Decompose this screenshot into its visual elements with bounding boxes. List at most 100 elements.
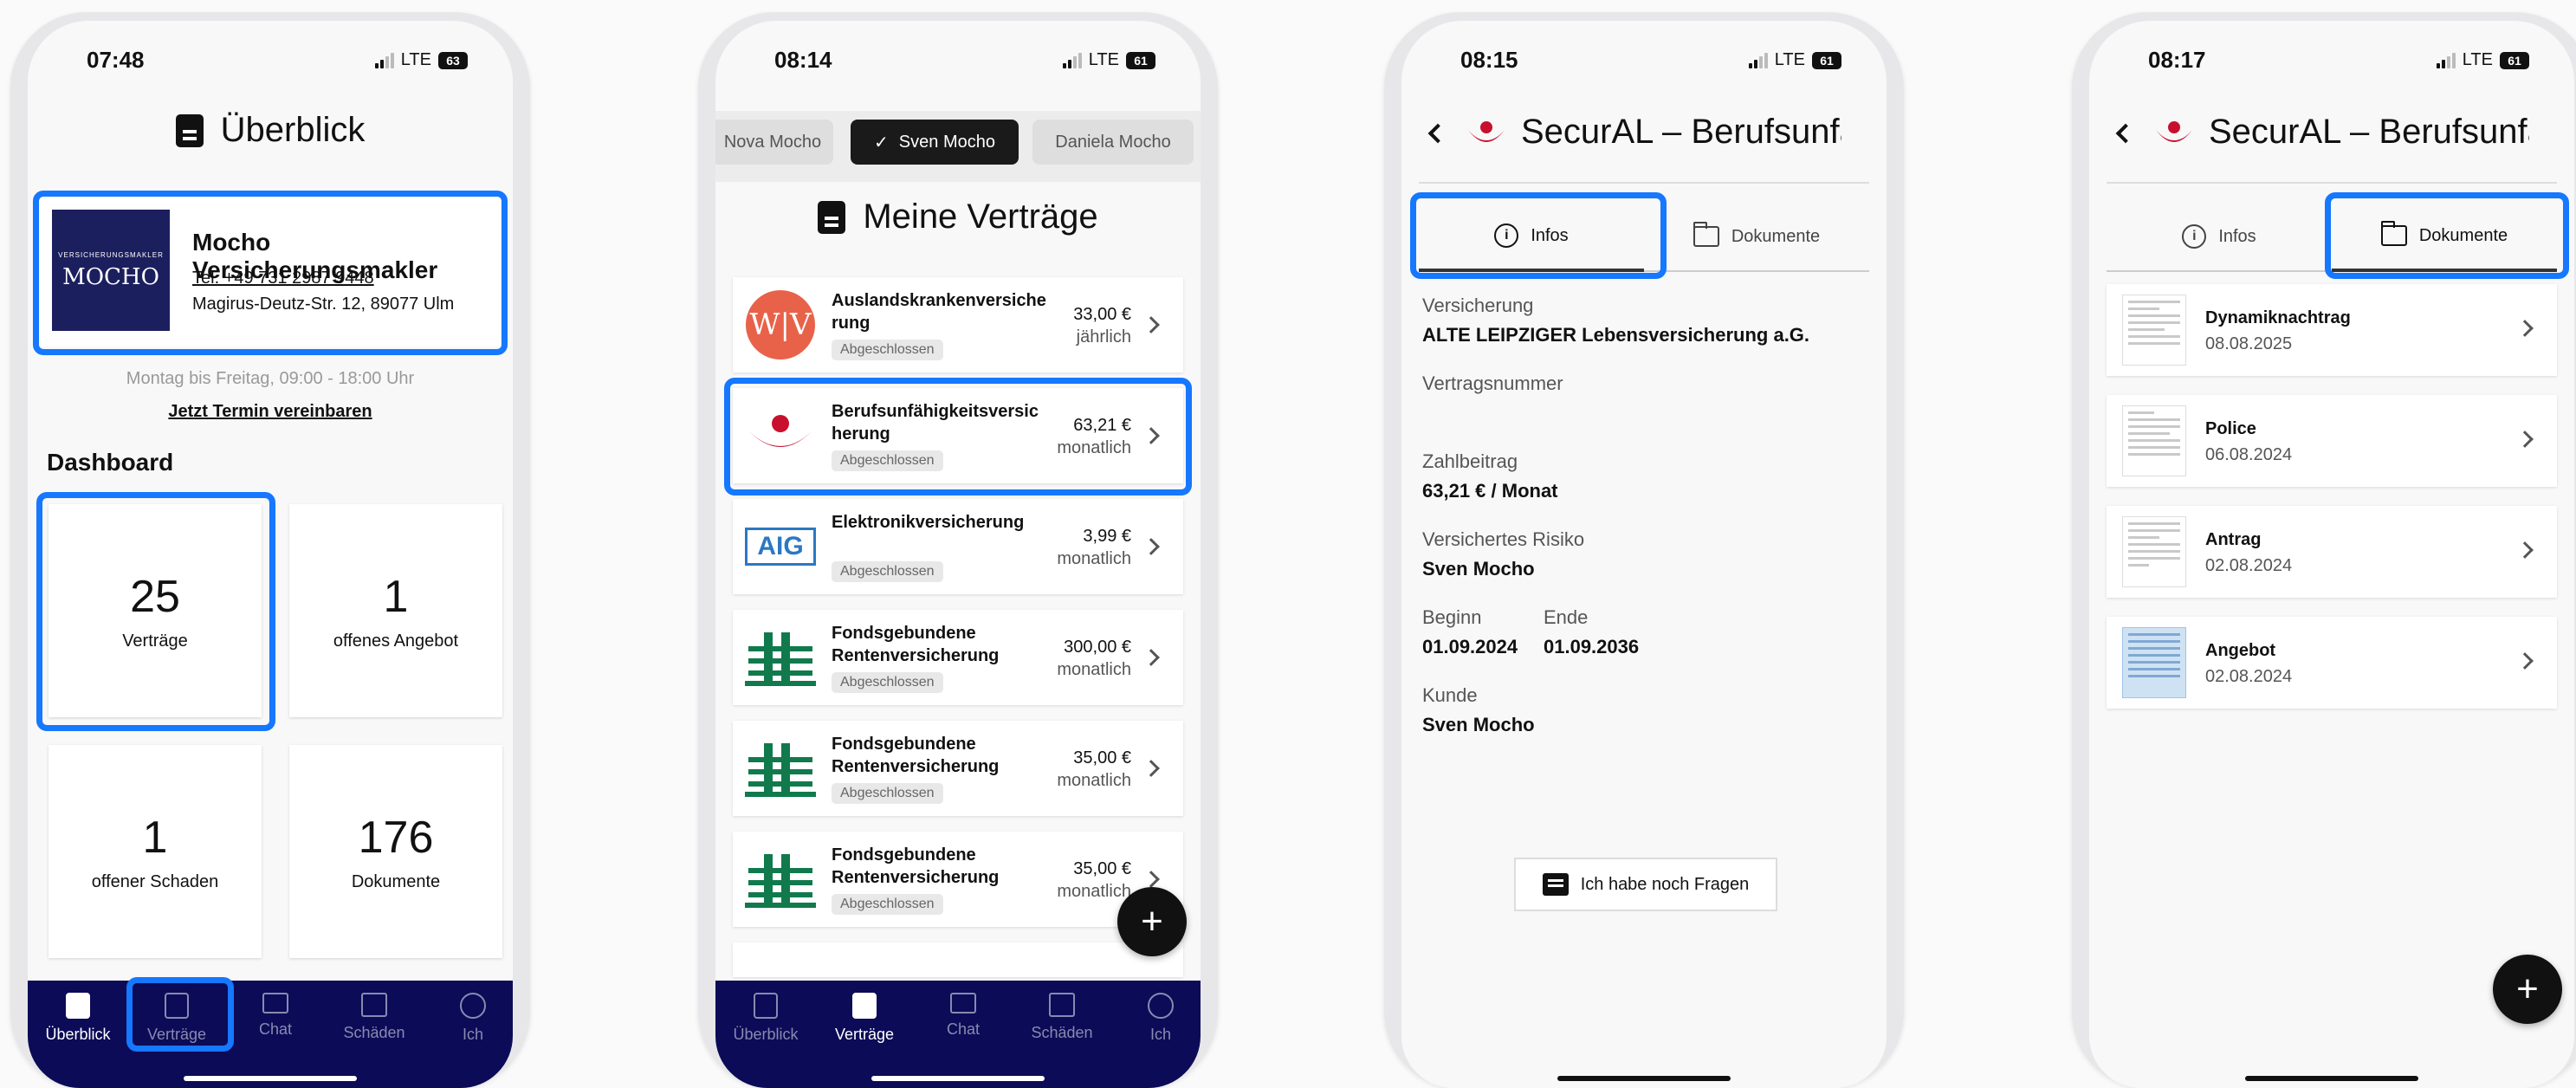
add-document-button[interactable]: + bbox=[2493, 955, 2562, 1024]
back-arrow-icon[interactable] bbox=[2115, 123, 2136, 144]
home-indicator bbox=[184, 1076, 357, 1081]
tab-infos[interactable]: i Infos bbox=[1419, 203, 1644, 272]
document-item[interactable]: Dynamiknachtrag 08.08.2025 bbox=[2107, 284, 2557, 376]
person-selector: Nova Mocho ✓ Sven Mocho Daniela Mocho bbox=[715, 111, 1201, 182]
profile-icon bbox=[1148, 993, 1174, 1019]
aig-logo: AIG bbox=[745, 513, 816, 580]
add-contract-button[interactable]: + bbox=[1117, 887, 1187, 956]
signal-icon bbox=[2436, 52, 2456, 68]
nav-item-overview[interactable]: Überblick bbox=[36, 993, 120, 1053]
detail-title: SecurAL – Berufsunfähigkeitsversicherung bbox=[2209, 113, 2529, 151]
chevron-right-icon bbox=[2516, 541, 2534, 559]
page-title-text: Meine Verträge bbox=[863, 198, 1098, 236]
document-icon bbox=[175, 113, 204, 147]
bottom-nav: Überblick Verträge Chat Schäden Ich bbox=[28, 981, 513, 1088]
contract-card[interactable]: Fondsgebundene Rentenversicherung Abgesch… bbox=[733, 610, 1183, 705]
status-badge: Abgeschlossen bbox=[832, 783, 943, 804]
battery-icon: 61 bbox=[2500, 51, 2529, 69]
field-start: Beginn 01.09.2024 bbox=[1422, 606, 1518, 657]
person-chip-daniela[interactable]: Daniela Mocho bbox=[1032, 120, 1194, 165]
nav-item-claims[interactable]: Schäden bbox=[333, 993, 416, 1053]
signal-icon bbox=[1062, 52, 1082, 68]
chevron-right-icon bbox=[1142, 760, 1160, 777]
tower-logo bbox=[745, 845, 816, 913]
tile-label: Verträge bbox=[122, 631, 188, 651]
phone-detail-info: 08:15 LTE 61 SecurAL – Berufsunfähigkeit… bbox=[1384, 12, 1904, 1088]
broker-phone-link[interactable]: Tel. +49 731 2987 9448 bbox=[192, 269, 374, 288]
screen-detail-documents: 08:17 LTE 61 SecurAL – Berufsunfähigkeit… bbox=[2089, 21, 2574, 1088]
signal-icon bbox=[1748, 52, 1768, 68]
status-bar: 07:48 LTE 63 bbox=[28, 47, 513, 81]
network-label: LTE bbox=[1088, 50, 1119, 69]
secural-logo bbox=[1468, 121, 1505, 142]
field-end: Ende 01.09.2036 bbox=[1544, 606, 1640, 657]
document-name: Dynamiknachtrag bbox=[2205, 308, 2351, 327]
battery-icon: 61 bbox=[1126, 51, 1155, 69]
battery-icon: 63 bbox=[438, 51, 468, 69]
tab-documents[interactable]: Dokumente bbox=[2332, 203, 2557, 272]
chevron-right-icon bbox=[2516, 431, 2534, 448]
network-label: LTE bbox=[400, 50, 431, 69]
contract-card[interactable]: Fondsgebundene Rentenversicherung Abgesch… bbox=[733, 721, 1183, 816]
document-date: 02.08.2024 bbox=[2205, 556, 2293, 575]
broker-address: Magirus-Deutz-Str. 12, 89077 Ulm bbox=[192, 295, 455, 314]
tab-documents[interactable]: Dokumente bbox=[1644, 203, 1869, 272]
nav-item-contracts[interactable]: Verträge bbox=[135, 993, 218, 1053]
detail-title: SecurAL – Berufsunfähigkeitsversicherung bbox=[1521, 113, 1841, 151]
detail-tabs: i Infos Dokumente bbox=[1419, 203, 1869, 272]
home-indicator bbox=[871, 1076, 1045, 1081]
tile-number: 25 bbox=[130, 571, 180, 622]
tile-number: 1 bbox=[142, 812, 168, 863]
screen-detail-info: 08:15 LTE 61 SecurAL – Berufsunfähigkeit… bbox=[1401, 21, 1887, 1088]
broker-card[interactable]: VERSICHERUNGSMAKLER MOCHO Mocho Versiche… bbox=[40, 194, 501, 346]
claims-icon bbox=[361, 993, 387, 1017]
back-arrow-icon[interactable] bbox=[1427, 123, 1448, 144]
person-chip-sven[interactable]: ✓ Sven Mocho bbox=[851, 120, 1019, 165]
tile-documents[interactable]: 176 Dokumente bbox=[289, 745, 502, 958]
tile-label: offener Schaden bbox=[91, 871, 219, 891]
appointment-link[interactable]: Jetzt Termin vereinbaren bbox=[28, 402, 513, 422]
questions-button[interactable]: Ich habe noch Fragen bbox=[1514, 858, 1777, 911]
document-icon bbox=[818, 200, 846, 234]
status-bar: 08:15 LTE 61 bbox=[1401, 47, 1887, 81]
tower-logo bbox=[745, 624, 816, 691]
folder-icon bbox=[1693, 222, 1719, 247]
nav-item-chat[interactable]: Chat bbox=[234, 993, 317, 1053]
document-item[interactable]: Police 06.08.2024 bbox=[2107, 395, 2557, 487]
document-item[interactable]: Angebot 02.08.2024 bbox=[2107, 617, 2557, 709]
contract-card[interactable]: Berufsunfähigkeitsversic herung Abgeschlo… bbox=[733, 388, 1183, 483]
contract-card[interactable]: Fondsgebundene Rentenversicherung Abgesch… bbox=[733, 832, 1183, 927]
chat-icon bbox=[950, 993, 976, 1014]
page-title-text: Überblick bbox=[220, 111, 366, 149]
broker-logo: VERSICHERUNGSMAKLER MOCHO bbox=[52, 210, 170, 331]
document-date: 02.08.2024 bbox=[2205, 667, 2293, 686]
contract-card[interactable]: AIG Elektronikversicherung Abgeschlossen… bbox=[733, 499, 1183, 594]
chevron-right-icon bbox=[2516, 320, 2534, 337]
folder-icon bbox=[2380, 221, 2407, 246]
secural-logo bbox=[2156, 121, 2192, 142]
nav-item-overview[interactable]: Überblick bbox=[724, 993, 807, 1053]
nav-item-contracts[interactable]: Verträge bbox=[823, 993, 906, 1053]
tile-contracts[interactable]: 25 Verträge bbox=[49, 504, 262, 717]
contract-card[interactable] bbox=[733, 942, 1183, 977]
contract-card[interactable]: W|V Auslandskrankenversiche rung Abgeschl… bbox=[733, 277, 1183, 372]
nav-item-chat[interactable]: Chat bbox=[922, 993, 1005, 1053]
screen-contracts: 08:14 LTE 61 Nova Mocho ✓ Sven Mocho Dan… bbox=[715, 21, 1201, 1088]
document-thumbnail bbox=[2122, 516, 2186, 587]
tile-offers[interactable]: 1 offenes Angebot bbox=[289, 504, 502, 717]
tab-infos[interactable]: i Infos bbox=[2107, 203, 2332, 272]
field-insured-risk: Versichertes Risiko Sven Mocho bbox=[1422, 528, 1585, 580]
person-chip-nova[interactable]: Nova Mocho bbox=[715, 120, 833, 165]
tile-label: offenes Angebot bbox=[333, 631, 459, 651]
document-item[interactable]: Antrag 02.08.2024 bbox=[2107, 506, 2557, 598]
info-icon: i bbox=[1494, 223, 1519, 248]
opening-hours: Montag bis Freitag, 09:00 - 18:00 Uhr bbox=[126, 369, 415, 388]
tile-claims[interactable]: 1 offener Schaden bbox=[49, 745, 262, 958]
status-badge: Abgeschlossen bbox=[832, 672, 943, 693]
nav-item-profile[interactable]: Ich bbox=[1119, 993, 1201, 1053]
tile-label: Dokumente bbox=[351, 871, 441, 891]
nav-item-claims[interactable]: Schäden bbox=[1020, 993, 1104, 1053]
nav-item-profile[interactable]: Ich bbox=[431, 993, 513, 1053]
field-insurer: Versicherung ALTE LEIPZIGER Lebensversich… bbox=[1422, 295, 1810, 346]
signal-icon bbox=[374, 52, 394, 68]
